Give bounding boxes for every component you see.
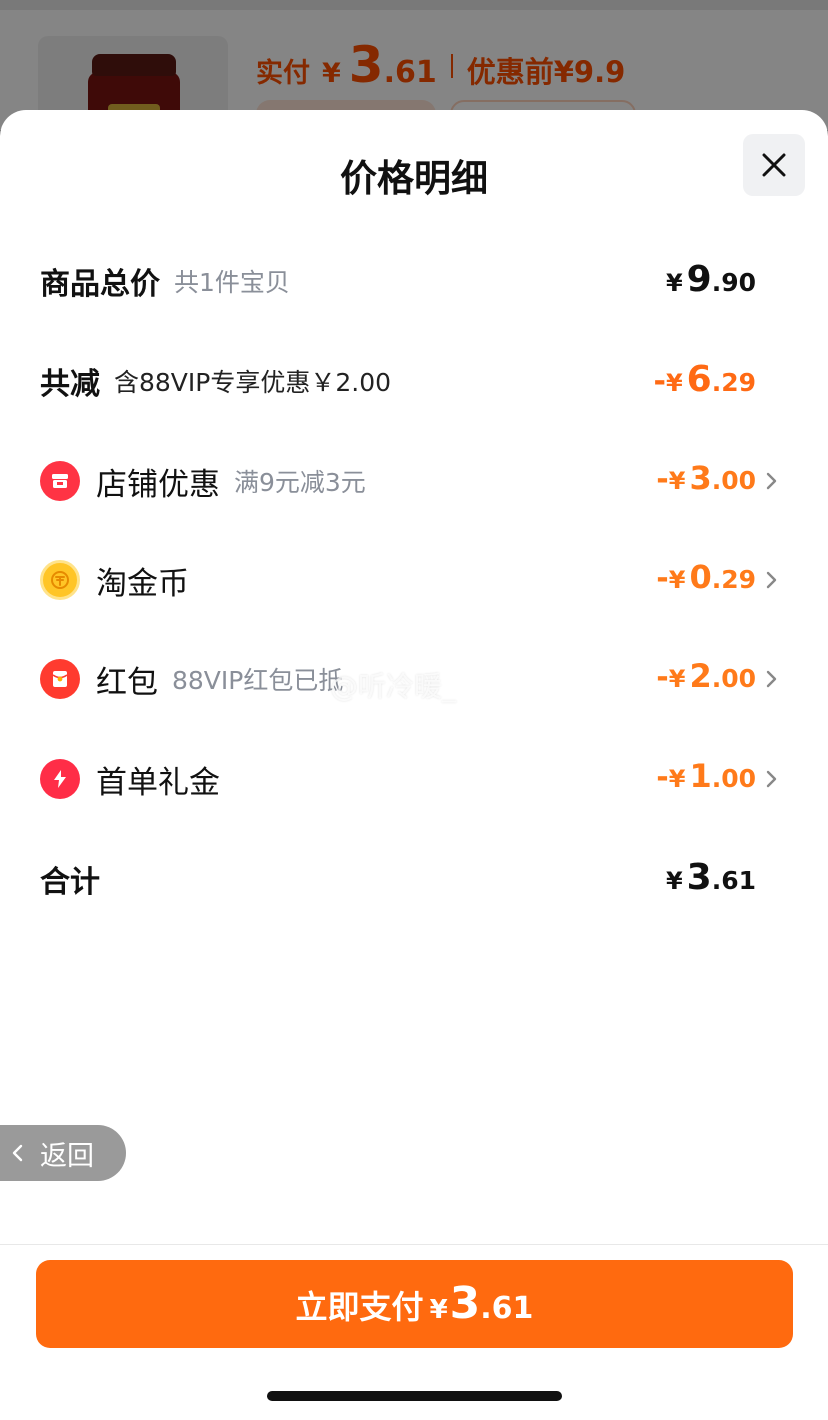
pay-now-label: 立即支付: [295, 1288, 424, 1326]
item-total-label: 商品总价: [40, 267, 160, 302]
pay-dec: .61: [480, 1291, 534, 1326]
chevron-right-icon: [766, 670, 777, 688]
price-detail-sheet: 价格明细 商品总价 共1件宝贝 ¥ 9 .90 共减 含88VIP专享优惠￥2.…: [0, 110, 828, 1420]
vip-discount-note: 含88VIP专享优惠￥2.00: [114, 368, 392, 397]
item-count: 共1件宝贝: [174, 268, 290, 297]
row-taojinbi[interactable]: 淘金币 - ¥ 0 .29: [0, 550, 828, 610]
taojinbi-amount: - ¥ 0 .29: [656, 558, 756, 596]
row-item-total: 商品总价 共1件宝贝 ¥ 9 .90: [0, 251, 828, 311]
close-button[interactable]: [743, 134, 805, 196]
first-order-gift-label: 首单礼金: [96, 764, 220, 801]
back-button[interactable]: 返回: [0, 1125, 126, 1181]
row-sum: 合计 ¥ 3 .61: [0, 849, 828, 909]
pay-int: 3: [449, 1278, 481, 1329]
hongbao-note: 88VIP红包已抵: [172, 666, 344, 695]
row-store-discount[interactable]: 店铺优惠 满9元减3元 - ¥ 3 .00: [0, 451, 828, 511]
sheet-title: 价格明细: [340, 157, 488, 200]
total-discount-label: 共减: [40, 367, 100, 402]
taojinbi-label: 淘金币: [96, 565, 189, 602]
chevron-left-icon: [12, 1144, 23, 1162]
row-first-order-gift[interactable]: 首单礼金 - ¥ 1 .00: [0, 749, 828, 809]
pay-now-button[interactable]: 立即支付 ¥ 3 .61: [36, 1260, 793, 1348]
store-discount-amount: - ¥ 3 .00: [656, 459, 756, 497]
chevron-right-icon: [766, 472, 777, 490]
close-icon: [762, 153, 786, 177]
sum-label: 合计: [40, 865, 100, 900]
hongbao-amount: - ¥ 2 .00: [656, 657, 756, 695]
home-indicator[interactable]: [267, 1391, 562, 1401]
first-order-gift-amount: - ¥ 1 .00: [656, 757, 756, 795]
store-discount-rule: 满9元减3元: [234, 468, 366, 497]
store-discount-label: 店铺优惠: [96, 466, 220, 503]
chevron-right-icon: [766, 770, 777, 788]
pay-yen: ¥: [429, 1295, 448, 1325]
coin-icon: [40, 560, 80, 600]
row-total-discount: 共减 含88VIP专享优惠￥2.00 - ¥ 6 .29: [0, 351, 828, 411]
watermark: @听冷暖_: [330, 670, 457, 703]
lightning-icon: [40, 759, 80, 799]
back-label: 返回: [40, 1140, 94, 1172]
chevron-right-icon: [766, 571, 777, 589]
footer-divider: [0, 1244, 828, 1245]
red-envelope-icon: [40, 659, 80, 699]
total-discount-amount: - ¥ 6 .29: [653, 359, 756, 400]
store-icon: [40, 461, 80, 501]
hongbao-label: 红包: [96, 664, 158, 701]
sum-amount: ¥ 3 .61: [665, 857, 756, 898]
item-total-amount: ¥ 9 .90: [665, 259, 756, 300]
